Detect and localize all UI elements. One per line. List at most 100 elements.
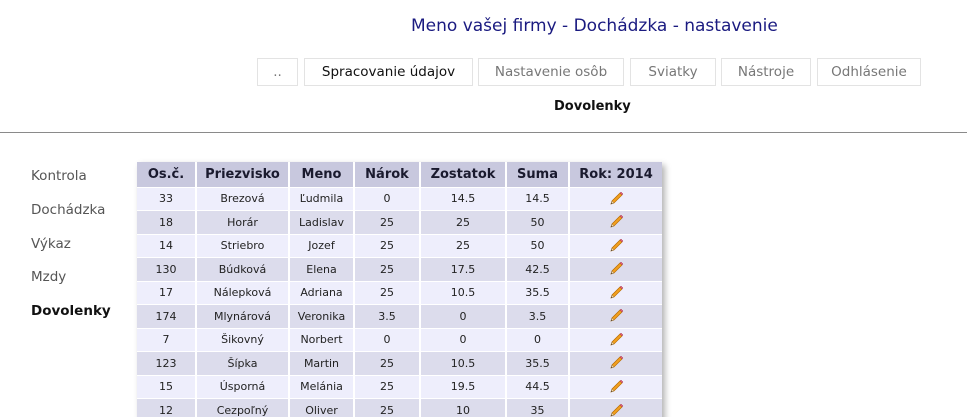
table-cell: 17.5: [420, 257, 507, 281]
edit-cell: [569, 304, 662, 328]
col-header-meno[interactable]: Meno: [289, 162, 355, 187]
table-cell: 3.5: [354, 304, 421, 328]
sidebar-item-kontrola[interactable]: Kontrola: [31, 168, 87, 184]
pencil-icon[interactable]: [608, 191, 624, 207]
col-header-rok: Rok: 2014: [569, 162, 662, 187]
table-cell: 10: [420, 398, 507, 417]
page-title: Meno vašej firmy - Dochádzka - nastaveni…: [411, 16, 778, 36]
table-cell: Adriana: [289, 280, 355, 305]
nav-item-sviatky[interactable]: Sviatky: [630, 58, 716, 86]
nav-item-up[interactable]: ..: [257, 58, 298, 86]
pencil-icon[interactable]: [608, 379, 624, 395]
table-row: 33 Brezová Ľudmila 0 14.5 14.5: [137, 186, 662, 211]
col-header-os-c[interactable]: Os.č.: [137, 162, 197, 187]
table-cell: Šípka: [196, 351, 290, 375]
table-cell: Mlynárová: [196, 304, 290, 328]
table-cell: Elena: [289, 257, 355, 281]
table-cell: Norbert: [289, 327, 355, 352]
table-cell: Horár: [196, 210, 290, 234]
table-cell: Melánia: [289, 374, 355, 399]
table-cell: 25: [420, 233, 507, 258]
sidebar-item-mzdy[interactable]: Mzdy: [31, 269, 66, 285]
table-cell: 130: [137, 257, 197, 281]
table-cell: 10.5: [420, 351, 507, 375]
table-cell: 25: [354, 233, 421, 258]
table-cell: 50: [506, 210, 570, 234]
table-cell: 0: [420, 327, 507, 352]
sidebar-item-dochadzka[interactable]: Dochádzka: [31, 202, 105, 218]
edit-cell: [569, 398, 662, 417]
table-row: 7 Šikovný Norbert 0 0 0: [137, 327, 662, 352]
table-cell: 14: [137, 233, 197, 258]
edit-cell: [569, 186, 662, 211]
edit-cell: [569, 374, 662, 399]
pencil-icon[interactable]: [608, 261, 624, 277]
table-cell: 42.5: [506, 257, 570, 281]
table-cell: Veronika: [289, 304, 355, 328]
sidebar-item-dovolenky[interactable]: Dovolenky: [31, 303, 111, 319]
table-row: 174 Mlynárová Veronika 3.5 0 3.5: [137, 304, 662, 328]
edit-cell: [569, 257, 662, 281]
vacation-table: Os.č. Priezvisko Meno Nárok Zostatok Sum…: [137, 162, 662, 417]
table-cell: 50: [506, 233, 570, 258]
pencil-icon[interactable]: [608, 238, 624, 254]
col-header-narok[interactable]: Nárok: [354, 162, 421, 187]
table-cell: 0: [506, 327, 570, 352]
table-cell: 44.5: [506, 374, 570, 399]
table-row: 123 Šípka Martin 25 10.5 35.5: [137, 351, 662, 375]
table-cell: Úsporná: [196, 374, 290, 399]
pencil-icon[interactable]: [608, 214, 624, 230]
table-cell: 174: [137, 304, 197, 328]
sidebar-item-vykaz[interactable]: Výkaz: [31, 236, 71, 252]
edit-cell: [569, 280, 662, 305]
table-cell: 35.5: [506, 351, 570, 375]
table-row: 15 Úsporná Melánia 25 19.5 44.5: [137, 374, 662, 399]
table-cell: 33: [137, 186, 197, 211]
table-cell: 0: [354, 186, 421, 211]
table-cell: 25: [354, 257, 421, 281]
table-cell: 14.5: [506, 186, 570, 211]
pencil-icon[interactable]: [608, 308, 624, 324]
table-row: 12 Cezpoľný Oliver 25 10 35: [137, 398, 662, 417]
nav-item-odhlasenie[interactable]: Odhlásenie: [817, 58, 921, 86]
table-cell: 123: [137, 351, 197, 375]
col-header-zostatok[interactable]: Zostatok: [420, 162, 507, 187]
table-cell: Martin: [289, 351, 355, 375]
table-cell: 14.5: [420, 186, 507, 211]
table-cell: 25: [354, 398, 421, 417]
table-cell: 0: [354, 327, 421, 352]
edit-cell: [569, 210, 662, 234]
table-cell: 10.5: [420, 280, 507, 305]
table-cell: Brezová: [196, 186, 290, 211]
table-cell: Ľudmila: [289, 186, 355, 211]
header-divider: [0, 132, 967, 133]
edit-cell: [569, 327, 662, 352]
pencil-icon[interactable]: [608, 355, 624, 371]
nav-item-nastroje[interactable]: Nástroje: [721, 58, 811, 86]
nav-item-nastavenie-osob[interactable]: Nastavenie osôb: [478, 58, 624, 86]
table-cell: 35: [506, 398, 570, 417]
pencil-icon[interactable]: [608, 285, 624, 301]
table-cell: Nálepková: [196, 280, 290, 305]
table-row: 130 Búdková Elena 25 17.5 42.5: [137, 257, 662, 281]
edit-cell: [569, 351, 662, 375]
col-header-suma[interactable]: Suma: [506, 162, 570, 187]
table-cell: 3.5: [506, 304, 570, 328]
table-cell: 17: [137, 280, 197, 305]
vacation-table-wrapper: Os.č. Priezvisko Meno Nárok Zostatok Sum…: [137, 162, 662, 417]
col-header-priezvisko[interactable]: Priezvisko: [196, 162, 290, 187]
edit-cell: [569, 233, 662, 258]
nav-item-spracovanie[interactable]: Spracovanie údajov: [304, 58, 473, 86]
table-cell: 25: [354, 374, 421, 399]
table-cell: 15: [137, 374, 197, 399]
table-cell: 19.5: [420, 374, 507, 399]
table-cell: 25: [420, 210, 507, 234]
table-cell: 25: [354, 351, 421, 375]
table-cell: 7: [137, 327, 197, 352]
table-cell: 12: [137, 398, 197, 417]
table-cell: Oliver: [289, 398, 355, 417]
table-cell: Striebro: [196, 233, 290, 258]
pencil-icon[interactable]: [608, 332, 624, 348]
pencil-icon[interactable]: [608, 403, 624, 417]
subnav-item-dovolenky[interactable]: Dovolenky: [554, 99, 631, 114]
